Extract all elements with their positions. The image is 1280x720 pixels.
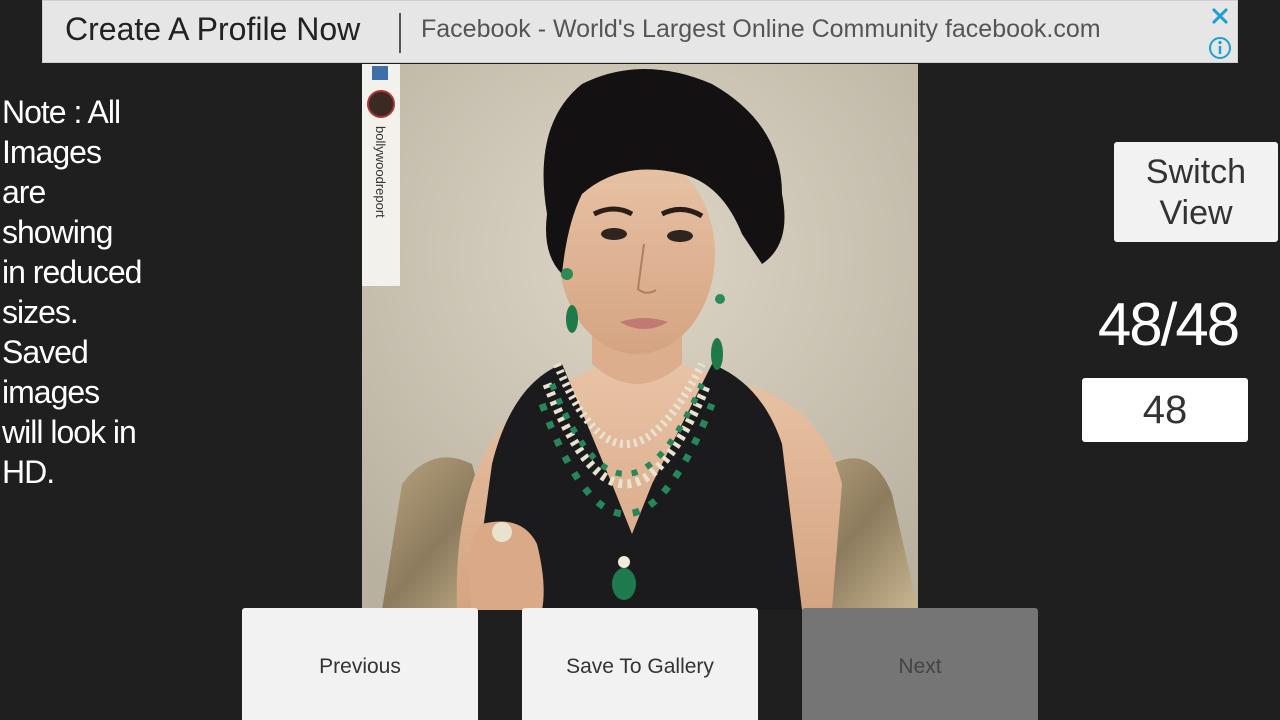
previous-button-label: Previous	[319, 655, 401, 678]
gallery-photo: bollywoodreport	[362, 64, 918, 610]
portrait-image: bollywoodreport	[362, 64, 918, 610]
page-number-input[interactable]	[1082, 378, 1248, 442]
info-icon[interactable]	[1207, 35, 1233, 61]
image-counter: 48/48	[1097, 291, 1240, 358]
ad-divider	[399, 13, 401, 53]
app-screen: Create A Profile Now Facebook - World's …	[0, 0, 1280, 720]
close-icon[interactable]	[1207, 3, 1233, 29]
save-button-label: Save To Gallery	[566, 655, 714, 678]
watermark-text: bollywoodreport	[373, 126, 388, 218]
switch-view-button[interactable]: Switch View	[1114, 142, 1278, 242]
save-to-gallery-button[interactable]: Save To Gallery	[522, 608, 758, 720]
ad-description[interactable]: Facebook - World's Largest Online Commun…	[421, 15, 1101, 44]
note-text: Note : All Images are showing in reduced…	[2, 94, 142, 490]
previous-button[interactable]: Previous	[242, 608, 478, 720]
next-button[interactable]: Next	[802, 608, 1038, 720]
ad-banner[interactable]: Create A Profile Now Facebook - World's …	[42, 0, 1238, 63]
next-button-label: Next	[898, 655, 942, 678]
ad-headline[interactable]: Create A Profile Now	[65, 11, 360, 48]
